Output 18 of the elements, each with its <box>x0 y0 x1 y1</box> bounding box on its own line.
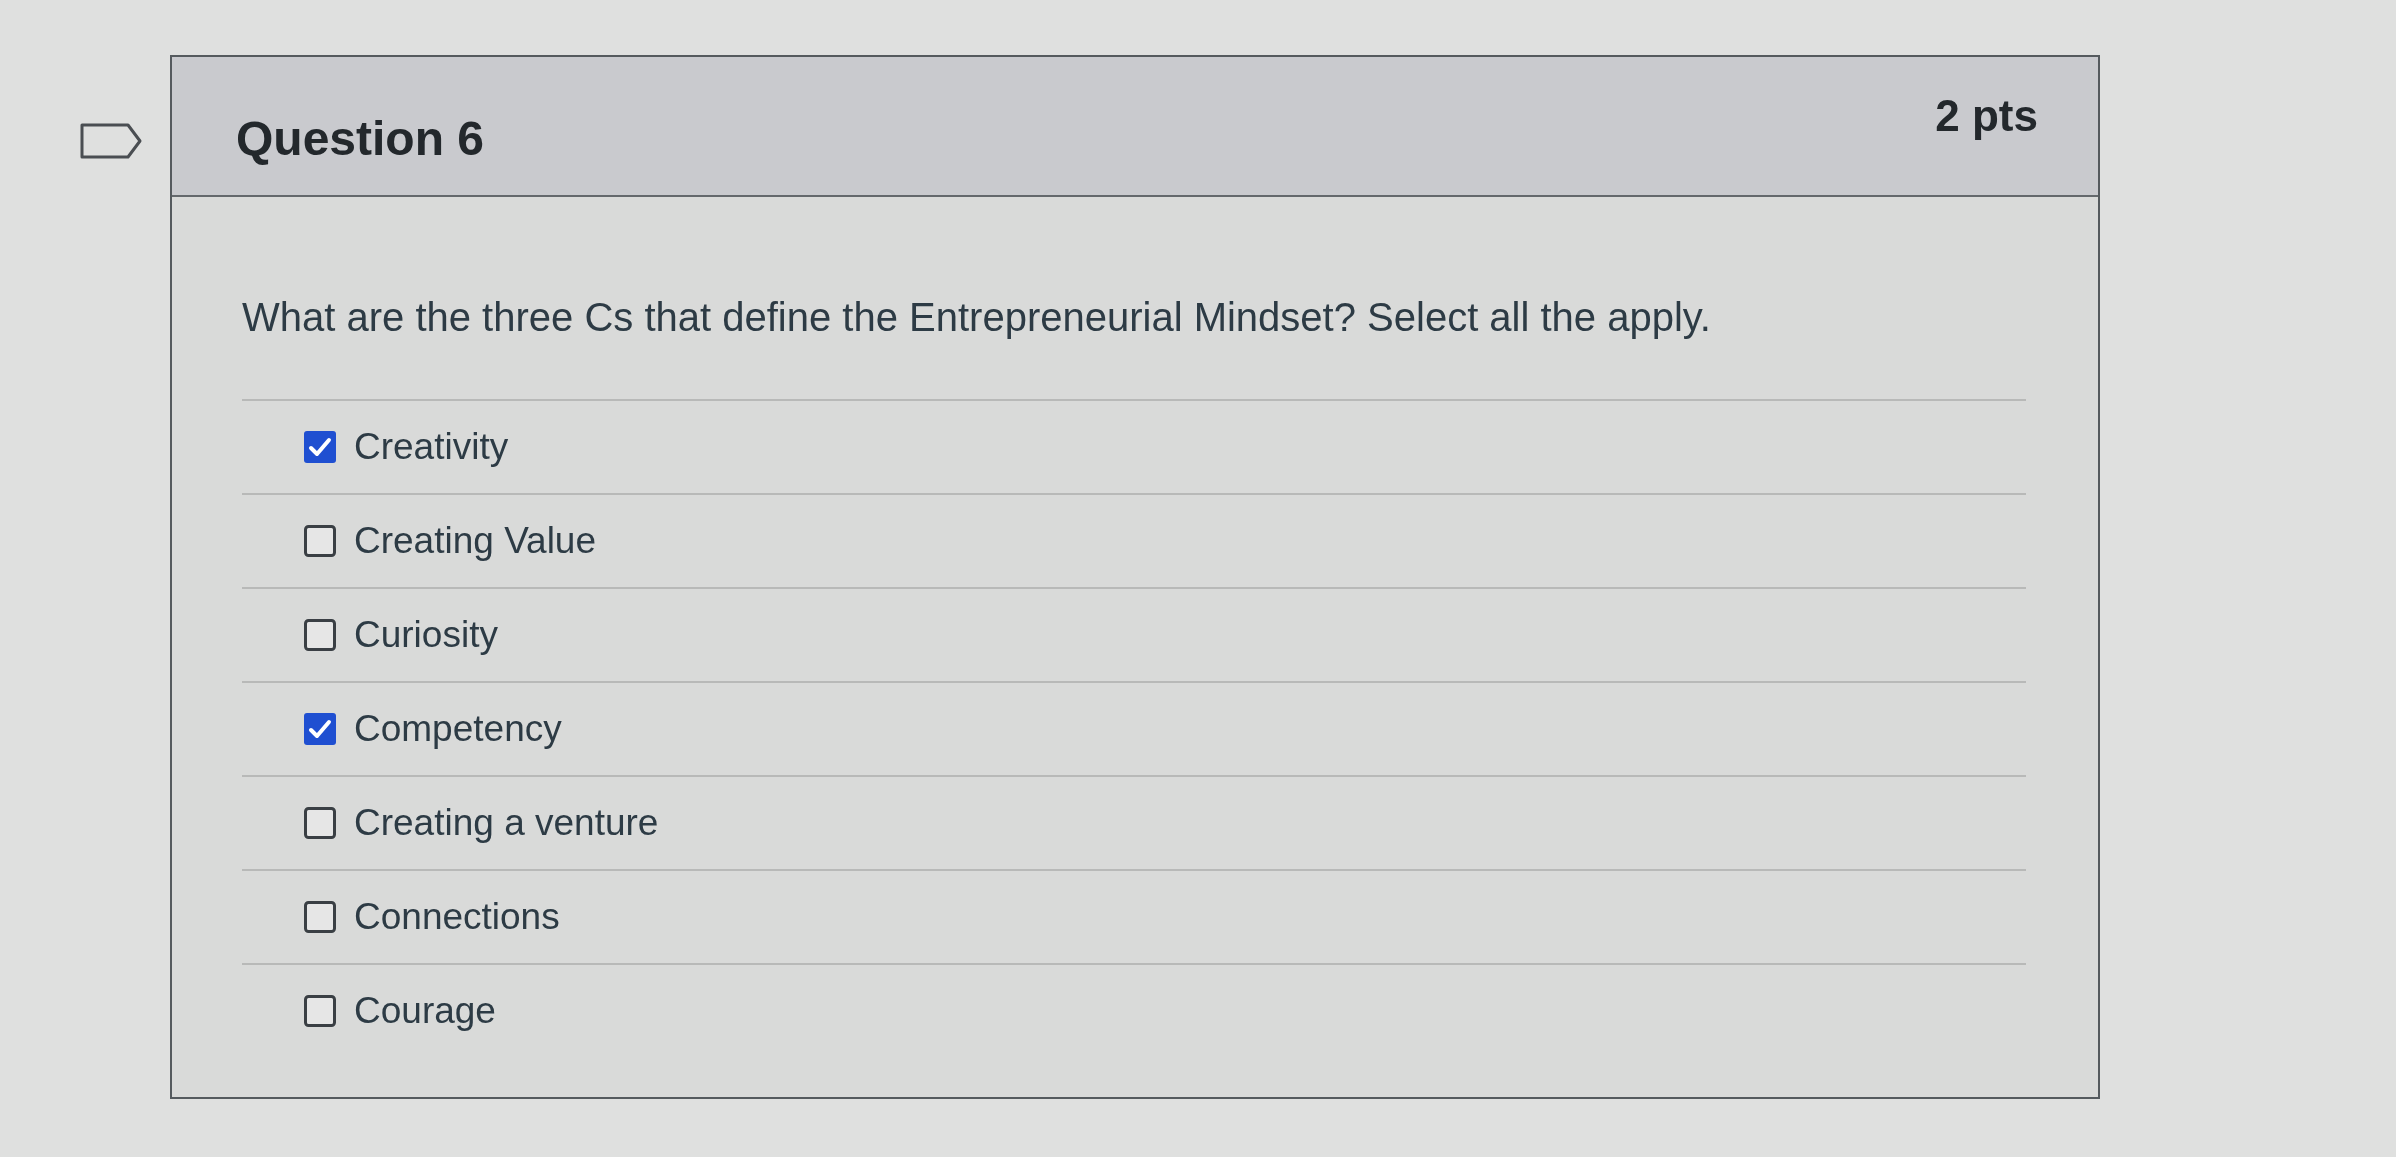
checkbox[interactable] <box>304 995 336 1027</box>
question-title: Question 6 <box>236 110 485 166</box>
tag-icon[interactable] <box>80 123 142 159</box>
checkbox[interactable] <box>304 713 336 745</box>
checkbox[interactable] <box>304 901 336 933</box>
option-label: Creating Value <box>354 520 597 562</box>
checkbox[interactable] <box>304 807 336 839</box>
checkbox[interactable] <box>304 619 336 651</box>
points-label: 2 pts <box>1935 91 2038 141</box>
option-label: Creativity <box>354 426 509 468</box>
option-label: Curiosity <box>354 614 498 656</box>
option-label: Connections <box>354 896 560 938</box>
option-label: Competency <box>354 708 562 750</box>
option-label: Courage <box>354 990 496 1032</box>
question-text: What are the three Cs that define the Entrepreneurial Mindset? Select all the apply. <box>242 294 1712 341</box>
option-label: Creating a venture <box>354 802 659 844</box>
checkbox[interactable] <box>304 525 336 557</box>
checkbox[interactable] <box>304 431 336 463</box>
